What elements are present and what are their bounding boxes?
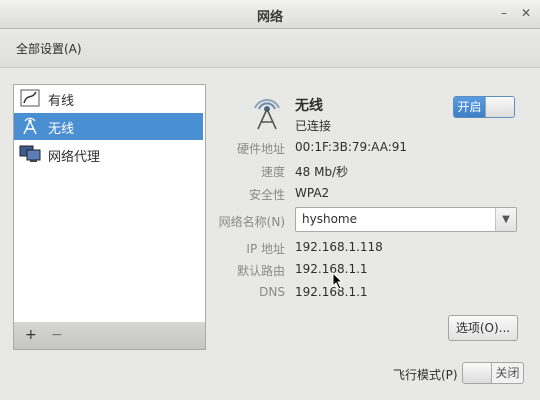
options-button[interactable]: 选项(O)... <box>448 315 518 341</box>
ip-address-value: 192.168.1.118 <box>295 240 383 254</box>
minimize-icon[interactable]: – <box>496 5 512 21</box>
network-name-value: hyshome <box>302 212 357 226</box>
default-route-label: 默认路由 <box>236 264 285 278</box>
hardware-address-value: 00:1F:3B:79:AA:91 <box>295 140 408 154</box>
toolbar: 全部设置(A) <box>0 29 540 68</box>
chevron-down-icon[interactable]: ▼ <box>495 208 516 231</box>
toggle-on-label: 开启 <box>454 97 485 117</box>
sidebar-item-network-proxy[interactable]: 网络代理 <box>14 141 203 168</box>
toggle-knob <box>463 363 492 383</box>
speed-label: 速度 <box>260 165 285 179</box>
sidebar-item-wireless[interactable]: 无线 <box>14 113 203 140</box>
list-toolbar: + − <box>13 322 206 350</box>
remove-connection-button[interactable]: − <box>51 327 63 343</box>
security-value: WPA2 <box>295 186 330 200</box>
all-settings-button[interactable]: 全部设置(A) <box>16 40 82 57</box>
wireless-power-toggle[interactable]: 开启 <box>453 96 515 118</box>
toggle-off-label: 关闭 <box>495 366 520 380</box>
speed-value: 48 Mb/秒 <box>295 165 349 179</box>
airplane-mode-label: 飞行模式(P) <box>393 368 458 382</box>
sidebar-item-wired[interactable]: 有线 <box>14 85 203 112</box>
wireless-network-icon <box>23 117 37 135</box>
add-connection-button[interactable]: + <box>25 327 37 343</box>
hardware-address-label: 硬件地址 <box>236 142 285 156</box>
device-list: 有线 无线 网络代理 <box>13 84 206 323</box>
dns-label: DNS <box>259 285 285 299</box>
ip-address-label: IP 地址 <box>246 242 285 256</box>
connection-status: 已连接 <box>295 119 332 133</box>
network-name-combo[interactable]: hyshome ▼ <box>295 207 517 232</box>
airplane-mode-toggle[interactable]: 关闭 <box>462 362 524 384</box>
network-name-label: 网络名称(N) <box>218 215 285 229</box>
device-name: 无线 <box>295 98 323 114</box>
close-icon[interactable]: ✕ <box>518 5 534 21</box>
network-proxy-icon <box>19 145 41 162</box>
sidebar-item-label: 无线 <box>48 122 75 137</box>
title-bar: 网络 – ✕ <box>0 0 540 29</box>
window-title: 网络 <box>256 10 283 25</box>
sidebar-item-label: 网络代理 <box>48 150 101 165</box>
sidebar-item-label: 有线 <box>48 94 75 109</box>
wired-network-icon <box>20 89 40 107</box>
wireless-signal-icon <box>254 99 280 130</box>
security-label: 安全性 <box>248 188 285 202</box>
mouse-cursor-icon <box>332 272 344 290</box>
toggle-knob <box>485 97 514 117</box>
